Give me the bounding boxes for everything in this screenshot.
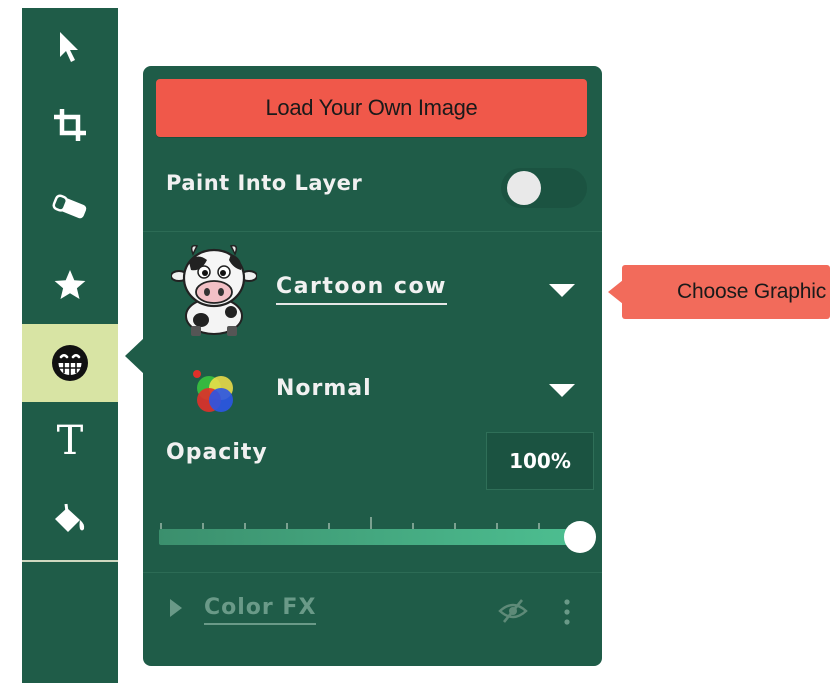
callout-pointer xyxy=(608,280,623,304)
divider xyxy=(143,572,602,573)
toolbar-divider xyxy=(22,560,118,562)
fill-tool-button[interactable] xyxy=(22,480,118,558)
chevron-down-icon[interactable] xyxy=(549,284,575,297)
panel-pointer xyxy=(125,338,144,374)
graphics-tool-button[interactable] xyxy=(22,324,118,402)
opacity-slider-track[interactable] xyxy=(159,529,581,545)
star-tool-button[interactable] xyxy=(22,246,118,324)
paint-into-layer-toggle[interactable] xyxy=(501,168,587,208)
eye-off-icon[interactable] xyxy=(498,598,528,624)
graphics-panel: Load Your Own Image Paint Into Layer Car… xyxy=(143,66,602,666)
opacity-label: Opacity xyxy=(166,440,268,465)
divider xyxy=(143,231,602,232)
eraser-tool-button[interactable] xyxy=(22,168,118,246)
arrow-pointer-icon xyxy=(60,32,78,62)
crop-icon xyxy=(54,109,86,141)
opacity-value-field[interactable]: 100% xyxy=(486,432,594,490)
text-icon: T xyxy=(56,418,84,464)
grinning-face-icon xyxy=(52,345,88,381)
choose-graphic-callout: Choose Graphic xyxy=(622,265,830,319)
cartoon-cow-thumbnail[interactable] xyxy=(171,242,257,338)
slider-ticks xyxy=(160,517,540,529)
text-tool-button[interactable]: T xyxy=(22,402,118,480)
color-fx-label[interactable]: Color FX xyxy=(204,595,317,625)
more-vertical-icon[interactable] xyxy=(560,597,574,627)
blend-mode-icon xyxy=(193,370,233,412)
chevron-down-icon[interactable] xyxy=(549,384,575,397)
eraser-icon xyxy=(52,194,87,219)
toggle-knob xyxy=(507,171,541,205)
paint-into-layer-label: Paint Into Layer xyxy=(166,171,363,195)
graphic-select-label[interactable]: Cartoon cow xyxy=(276,274,447,305)
crop-tool-button[interactable] xyxy=(22,86,118,164)
star-icon xyxy=(54,270,86,299)
select-tool-button[interactable] xyxy=(22,8,118,86)
tools-sidebar: T xyxy=(22,8,118,683)
blend-mode-label[interactable]: Normal xyxy=(276,376,372,401)
opacity-slider-handle[interactable] xyxy=(564,521,596,553)
paint-bucket-icon xyxy=(55,503,85,532)
expand-arrow-icon[interactable] xyxy=(170,599,182,617)
load-image-button[interactable]: Load Your Own Image xyxy=(156,79,587,137)
